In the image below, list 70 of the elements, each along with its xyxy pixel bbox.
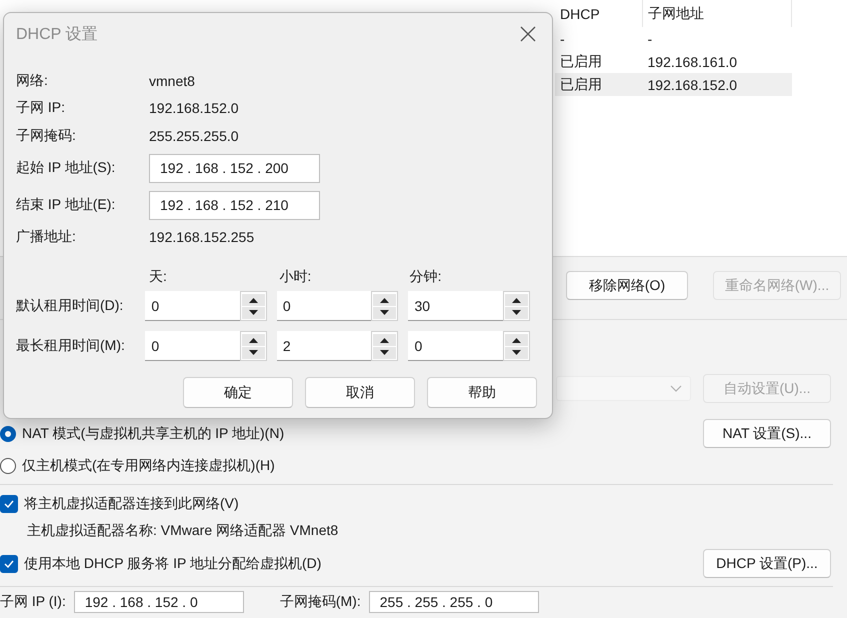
network-row[interactable]: 已启用 192.168.152.0 <box>555 73 792 96</box>
help-button[interactable]: 帮助 <box>427 377 537 408</box>
radio-label[interactable]: NAT 模式(与虚拟机共享主机的 IP 地址)(N) <box>22 424 284 442</box>
table-cell: 192.168.161.0 <box>642 50 792 73</box>
spin-down-icon[interactable] <box>242 306 265 318</box>
checkbox[interactable] <box>0 554 18 572</box>
table-cell: 已启用 <box>555 50 642 73</box>
spin-up-icon[interactable] <box>505 294 528 306</box>
remove-network-button[interactable]: 移除网络(O) <box>566 271 688 300</box>
lease-field[interactable]: 0 <box>408 331 504 361</box>
close-icon[interactable] <box>520 26 536 42</box>
ip-address-field[interactable]: 192 . 168 . 152 . 200 <box>149 154 320 182</box>
table-cell: 192.168.152.0 <box>642 73 792 96</box>
column-header[interactable]: 子网地址 <box>642 0 792 27</box>
lease-field[interactable]: 0 <box>145 291 240 321</box>
lease-field[interactable]: 0 <box>276 291 372 321</box>
spin-down-icon[interactable] <box>373 306 396 318</box>
table-cell: - <box>555 27 642 50</box>
field-label: 广播地址: <box>16 228 77 246</box>
field-label: 网络: <box>16 72 49 90</box>
cancel-button[interactable]: 取消 <box>305 377 415 408</box>
field-label: 起始 IP 地址(S): <box>16 159 116 177</box>
chevron-down-icon <box>670 385 682 392</box>
radio-button[interactable] <box>0 426 16 442</box>
table-cell: 已启用 <box>555 73 642 96</box>
spin-down-icon[interactable] <box>505 346 528 358</box>
radio-label[interactable]: 仅主机模式(在专用网络内连接虚拟机)(H) <box>22 457 275 475</box>
network-row[interactable]: 已启用 192.168.161.0 <box>555 50 792 73</box>
nat-settings-button[interactable]: NAT 设置(S)... <box>703 419 831 448</box>
spin-up-icon[interactable] <box>505 334 528 346</box>
spin-down-icon[interactable] <box>242 346 265 358</box>
column-label: 小时: <box>279 268 312 286</box>
subnet-mask-label: 子网掩码(M): <box>280 593 361 611</box>
dhcp-settings-button[interactable]: DHCP 设置(P)... <box>703 549 831 578</box>
spin-up-icon[interactable] <box>373 334 396 346</box>
subnet-mask-field[interactable]: 255 . 255 . 255 . 0 <box>368 591 539 613</box>
subnet-ip-label: 子网 IP (I): <box>0 593 66 611</box>
checkbox-label[interactable]: 将主机虚拟适配器连接到此网络(V) <box>24 495 239 513</box>
adapter-name-text: 主机虚拟适配器名称: VMware 网络适配器 VMnet8 <box>27 522 338 540</box>
spin-up-icon[interactable] <box>373 294 396 306</box>
field-label: 子网 IP: <box>16 99 66 118</box>
spin-down-icon[interactable] <box>505 306 528 318</box>
field-value: 192.168.152.255 <box>149 229 254 246</box>
check-icon <box>4 500 14 508</box>
ok-button[interactable]: 确定 <box>183 377 293 408</box>
field-value: 255.255.255.0 <box>149 128 239 144</box>
checkbox-label[interactable]: 使用本地 DHCP 服务将 IP 地址分配给虚拟机(D) <box>24 554 322 572</box>
radio-button[interactable] <box>0 458 16 474</box>
lease-field[interactable]: 30 <box>408 291 504 321</box>
subnet-ip-field[interactable]: 192 . 168 . 152 . 0 <box>74 591 244 613</box>
spin-down-icon[interactable] <box>373 346 396 358</box>
spin-up-icon[interactable] <box>242 334 265 346</box>
check-icon <box>4 560 14 568</box>
network-row[interactable]: - - <box>555 27 792 50</box>
dialog-title: DHCP 设置 <box>16 24 98 44</box>
spin-up-icon[interactable] <box>242 294 265 306</box>
column-label: 天: <box>149 268 168 286</box>
field-value: 192.168.152.0 <box>149 100 239 116</box>
lease-field[interactable]: 2 <box>276 331 372 361</box>
field-label: 结束 IP 地址(E): <box>16 196 116 214</box>
lease-label: 最长租用时间(M): <box>16 337 126 355</box>
lease-label: 默认租用时间(D): <box>16 297 124 315</box>
ip-address-field[interactable]: 192 . 168 . 152 . 210 <box>149 190 320 220</box>
field-label: 子网掩码: <box>16 126 77 145</box>
checkbox[interactable] <box>0 495 18 513</box>
field-value: vmnet8 <box>149 72 195 89</box>
table-cell: - <box>642 27 792 50</box>
column-header[interactable]: DHCP <box>555 0 642 27</box>
column-label: 分钟: <box>410 268 443 286</box>
lease-field[interactable]: 0 <box>145 331 240 361</box>
